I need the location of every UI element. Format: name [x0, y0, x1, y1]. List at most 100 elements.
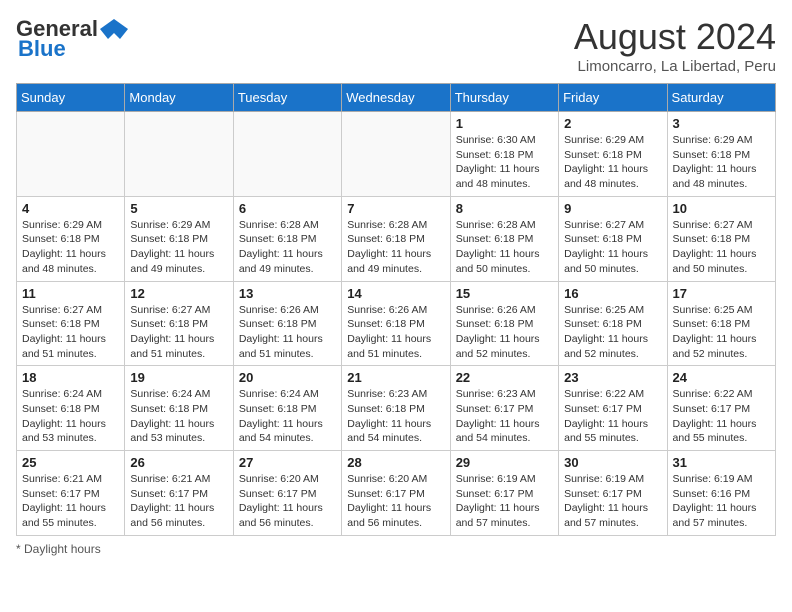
day-header-saturday: Saturday — [667, 84, 775, 112]
day-info: Sunrise: 6:29 AM Sunset: 6:18 PM Dayligh… — [564, 133, 661, 192]
calendar-week-4: 18 Sunrise: 6:24 AM Sunset: 6:18 PM Dayli… — [17, 366, 776, 451]
day-number: 11 — [22, 286, 119, 301]
calendar-week-1: 1Sunrise: 6:30 AM Sunset: 6:18 PM Daylig… — [17, 112, 776, 197]
day-info: Sunrise: 6:22 AM Sunset: 6:17 PM Dayligh… — [673, 387, 770, 446]
day-number: 28 — [347, 455, 444, 470]
calendar-cell: 16Sunrise: 6:25 AM Sunset: 6:18 PM Dayli… — [559, 281, 667, 366]
calendar-cell: 23 Sunrise: 6:22 AM Sunset: 6:17 PM Dayli… — [559, 366, 667, 451]
calendar-cell: 10 Sunrise: 6:27 AM Sunset: 6:18 PM Dayli… — [667, 196, 775, 281]
calendar-table: SundayMondayTuesdayWednesdayThursdayFrid… — [16, 83, 776, 536]
day-number: 14 — [347, 286, 444, 301]
day-number: 6 — [239, 201, 336, 216]
day-info: Sunrise: 6:27 AM Sunset: 6:18 PM Dayligh… — [22, 303, 119, 362]
logo-icon — [100, 19, 128, 39]
day-number: 15 — [456, 286, 553, 301]
day-number: 10 — [673, 201, 770, 216]
day-info: Sunrise: 6:25 AM Sunset: 6:18 PM Dayligh… — [673, 303, 770, 362]
day-info: Sunrise: 6:22 AM Sunset: 6:17 PM Dayligh… — [564, 387, 661, 446]
day-number: 29 — [456, 455, 553, 470]
calendar-cell: 12 Sunrise: 6:27 AM Sunset: 6:18 PM Dayli… — [125, 281, 233, 366]
calendar-cell: 31 Sunrise: 6:19 AM Sunset: 6:16 PM Dayli… — [667, 451, 775, 536]
day-info: Sunrise: 6:19 AM Sunset: 6:17 PM Dayligh… — [456, 472, 553, 531]
calendar-cell: 11 Sunrise: 6:27 AM Sunset: 6:18 PM Dayli… — [17, 281, 125, 366]
calendar-cell: 29 Sunrise: 6:19 AM Sunset: 6:17 PM Dayli… — [450, 451, 558, 536]
calendar-cell: 24 Sunrise: 6:22 AM Sunset: 6:17 PM Dayli… — [667, 366, 775, 451]
day-number: 1 — [456, 116, 553, 131]
day-info: Sunrise: 6:19 AM Sunset: 6:17 PM Dayligh… — [564, 472, 661, 531]
day-header-thursday: Thursday — [450, 84, 558, 112]
day-info: Sunrise: 6:23 AM Sunset: 6:18 PM Dayligh… — [347, 387, 444, 446]
day-header-tuesday: Tuesday — [233, 84, 341, 112]
day-number: 12 — [130, 286, 227, 301]
calendar-cell: 18 Sunrise: 6:24 AM Sunset: 6:18 PM Dayli… — [17, 366, 125, 451]
day-number: 31 — [673, 455, 770, 470]
calendar-cell: 21 Sunrise: 6:23 AM Sunset: 6:18 PM Dayli… — [342, 366, 450, 451]
day-info: Sunrise: 6:29 AM Sunset: 6:18 PM Dayligh… — [673, 133, 770, 192]
day-number: 16 — [564, 286, 661, 301]
calendar-cell: 13 Sunrise: 6:26 AM Sunset: 6:18 PM Dayli… — [233, 281, 341, 366]
day-info: Sunrise: 6:20 AM Sunset: 6:17 PM Dayligh… — [347, 472, 444, 531]
calendar-week-3: 11 Sunrise: 6:27 AM Sunset: 6:18 PM Dayli… — [17, 281, 776, 366]
day-info: Sunrise: 6:19 AM Sunset: 6:16 PM Dayligh… — [673, 472, 770, 531]
day-number: 3 — [673, 116, 770, 131]
day-info: Sunrise: 6:24 AM Sunset: 6:18 PM Dayligh… — [239, 387, 336, 446]
calendar-cell: 28 Sunrise: 6:20 AM Sunset: 6:17 PM Dayli… — [342, 451, 450, 536]
day-number: 2 — [564, 116, 661, 131]
day-number: 7 — [347, 201, 444, 216]
calendar-cell: 8Sunrise: 6:28 AM Sunset: 6:18 PM Daylig… — [450, 196, 558, 281]
page-header: General Blue August 2024 Limoncarro, La … — [16, 16, 776, 75]
day-info: Sunrise: 6:21 AM Sunset: 6:17 PM Dayligh… — [22, 472, 119, 531]
day-info: Sunrise: 6:27 AM Sunset: 6:18 PM Dayligh… — [564, 218, 661, 277]
day-number: 23 — [564, 370, 661, 385]
day-info: Sunrise: 6:24 AM Sunset: 6:18 PM Dayligh… — [22, 387, 119, 446]
day-info: Sunrise: 6:28 AM Sunset: 6:18 PM Dayligh… — [347, 218, 444, 277]
calendar-cell — [17, 112, 125, 197]
day-info: Sunrise: 6:27 AM Sunset: 6:18 PM Dayligh… — [673, 218, 770, 277]
day-number: 13 — [239, 286, 336, 301]
calendar-title: August 2024 — [574, 16, 776, 58]
day-number: 4 — [22, 201, 119, 216]
day-number: 17 — [673, 286, 770, 301]
day-info: Sunrise: 6:20 AM Sunset: 6:17 PM Dayligh… — [239, 472, 336, 531]
day-header-sunday: Sunday — [17, 84, 125, 112]
day-number: 5 — [130, 201, 227, 216]
calendar-cell: 14 Sunrise: 6:26 AM Sunset: 6:18 PM Dayli… — [342, 281, 450, 366]
calendar-cell: 19Sunrise: 6:24 AM Sunset: 6:18 PM Dayli… — [125, 366, 233, 451]
calendar-cell: 22 Sunrise: 6:23 AM Sunset: 6:17 PM Dayli… — [450, 366, 558, 451]
calendar-cell: 20Sunrise: 6:24 AM Sunset: 6:18 PM Dayli… — [233, 366, 341, 451]
day-number: 21 — [347, 370, 444, 385]
calendar-body: 1Sunrise: 6:30 AM Sunset: 6:18 PM Daylig… — [17, 112, 776, 536]
day-header-wednesday: Wednesday — [342, 84, 450, 112]
calendar-week-5: 25Sunrise: 6:21 AM Sunset: 6:17 PM Dayli… — [17, 451, 776, 536]
day-header-friday: Friday — [559, 84, 667, 112]
logo-blue: Blue — [18, 36, 66, 62]
footer-text: Daylight hours — [24, 542, 101, 556]
day-number: 18 — [22, 370, 119, 385]
day-number: 8 — [456, 201, 553, 216]
day-info: Sunrise: 6:23 AM Sunset: 6:17 PM Dayligh… — [456, 387, 553, 446]
day-info: Sunrise: 6:26 AM Sunset: 6:18 PM Dayligh… — [456, 303, 553, 362]
calendar-cell: 1Sunrise: 6:30 AM Sunset: 6:18 PM Daylig… — [450, 112, 558, 197]
day-number: 26 — [130, 455, 227, 470]
title-area: August 2024 Limoncarro, La Libertad, Per… — [574, 16, 776, 75]
day-info: Sunrise: 6:21 AM Sunset: 6:17 PM Dayligh… — [130, 472, 227, 531]
day-info: Sunrise: 6:24 AM Sunset: 6:18 PM Dayligh… — [130, 387, 227, 446]
day-header-monday: Monday — [125, 84, 233, 112]
calendar-cell: 4 Sunrise: 6:29 AM Sunset: 6:18 PM Daylig… — [17, 196, 125, 281]
calendar-cell: 30 Sunrise: 6:19 AM Sunset: 6:17 PM Dayli… — [559, 451, 667, 536]
day-info: Sunrise: 6:26 AM Sunset: 6:18 PM Dayligh… — [239, 303, 336, 362]
day-number: 30 — [564, 455, 661, 470]
day-number: 27 — [239, 455, 336, 470]
calendar-cell — [233, 112, 341, 197]
calendar-cell: 27 Sunrise: 6:20 AM Sunset: 6:17 PM Dayli… — [233, 451, 341, 536]
calendar-cell: 9Sunrise: 6:27 AM Sunset: 6:18 PM Daylig… — [559, 196, 667, 281]
calendar-cell: 2 Sunrise: 6:29 AM Sunset: 6:18 PM Daylig… — [559, 112, 667, 197]
day-number: 22 — [456, 370, 553, 385]
day-info: Sunrise: 6:26 AM Sunset: 6:18 PM Dayligh… — [347, 303, 444, 362]
day-info: Sunrise: 6:27 AM Sunset: 6:18 PM Dayligh… — [130, 303, 227, 362]
day-number: 24 — [673, 370, 770, 385]
calendar-cell: 26 Sunrise: 6:21 AM Sunset: 6:17 PM Dayli… — [125, 451, 233, 536]
day-info: Sunrise: 6:29 AM Sunset: 6:18 PM Dayligh… — [22, 218, 119, 277]
calendar-cell: 25Sunrise: 6:21 AM Sunset: 6:17 PM Dayli… — [17, 451, 125, 536]
calendar-cell: 5Sunrise: 6:29 AM Sunset: 6:18 PM Daylig… — [125, 196, 233, 281]
